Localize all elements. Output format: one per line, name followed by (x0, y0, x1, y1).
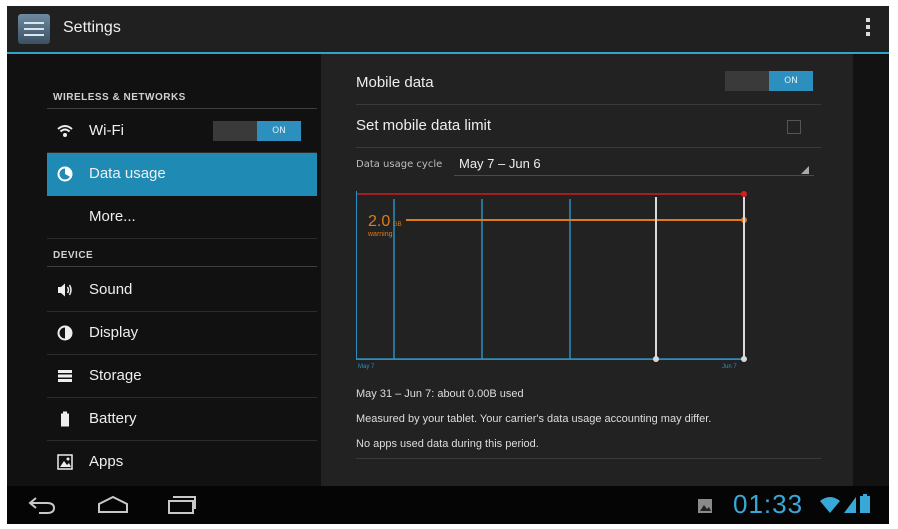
section-divider (47, 266, 317, 267)
row-divider (356, 458, 821, 459)
cycle-underline (454, 175, 814, 176)
sidebar-item-label: Wi-Fi (89, 122, 124, 139)
settings-app-icon[interactable] (18, 14, 50, 44)
toggle-on-label: ON (257, 121, 301, 141)
sidebar-item-sound[interactable]: Sound (47, 269, 317, 312)
sidebar-item-apps[interactable]: Apps (47, 441, 317, 483)
wifi-toggle[interactable]: ON (213, 121, 301, 141)
sidebar-item-label: Apps (89, 453, 124, 470)
warning-label: warning (367, 231, 393, 238)
usage-summary: May 31 – Jun 7: about 0.00B used (356, 388, 524, 400)
row-divider (356, 147, 821, 148)
panel-margin (853, 54, 889, 486)
axis-end-label: Jun 7 (722, 364, 737, 370)
cycle-label: Data usage cycle (356, 159, 443, 170)
sidebar-item-label: Storage (89, 367, 142, 384)
no-apps-text: No apps used data during this period. (356, 438, 539, 450)
section-header-wireless: WIRELESS & NETWORKS (53, 92, 186, 103)
status-clock[interactable]: 01:33 (733, 489, 803, 520)
carrier-note: Measured by your tablet. Your carrier's … (356, 413, 712, 425)
row-divider (356, 104, 821, 105)
tablet-screen: Settings WIRELESS & NETWORKS Wi-Fi ON Da… (7, 6, 889, 524)
limit-handle[interactable] (741, 191, 747, 197)
signal-icon (843, 496, 857, 518)
overflow-menu-icon[interactable] (865, 18, 871, 40)
apps-icon (57, 454, 73, 470)
sidebar-item-battery[interactable]: Battery (47, 398, 317, 441)
battery-icon (57, 411, 73, 427)
sidebar-item-more[interactable]: More... (47, 196, 317, 239)
warning-value: 2.0 (368, 213, 390, 230)
sidebar-item-label: Battery (89, 410, 137, 427)
system-nav-bar: 01:33 (7, 486, 889, 524)
sidebar-item-label: Sound (89, 281, 133, 298)
sidebar-item-storage[interactable]: Storage (47, 355, 317, 398)
dropdown-triangle-icon[interactable] (801, 166, 809, 174)
recent-apps-icon[interactable] (165, 495, 197, 519)
sidebar-item-label: Display (89, 324, 139, 341)
mobile-data-label: Mobile data (356, 74, 434, 91)
range-end-handle[interactable] (741, 356, 747, 362)
data-usage-panel: Mobile data ON Set mobile data limit Dat… (321, 54, 853, 486)
wifi-icon (57, 123, 73, 139)
warning-unit: GB (393, 222, 402, 228)
home-icon[interactable] (97, 495, 129, 519)
back-icon[interactable] (27, 495, 57, 519)
axis-start-label: May 7 (358, 364, 375, 370)
data-limit-checkbox[interactable] (787, 120, 801, 134)
sidebar-item-display[interactable]: Display (47, 312, 317, 355)
range-start-handle[interactable] (653, 356, 659, 362)
speaker-icon (57, 282, 73, 298)
sidebar-item-wifi[interactable]: Wi-Fi ON (47, 110, 317, 153)
storage-icon (57, 368, 73, 384)
action-bar: Settings (7, 6, 889, 54)
wifi-status-icon (819, 496, 841, 518)
settings-sidebar: WIRELESS & NETWORKS Wi-Fi ON Data usage … (7, 54, 321, 486)
cycle-spinner[interactable]: May 7 – Jun 6 (459, 156, 541, 171)
brightness-icon (57, 325, 73, 341)
section-divider (47, 108, 317, 109)
battery-status-icon (859, 494, 871, 518)
data-limit-label: Set mobile data limit (356, 117, 492, 134)
sidebar-item-label: More... (89, 208, 136, 225)
gallery-notification-icon[interactable] (697, 498, 713, 518)
toggle-on-label: ON (769, 71, 813, 91)
sidebar-item-label: Data usage (89, 165, 166, 182)
chart-svg: 2.0 GB warning May 7 Jun 7 (357, 191, 747, 370)
data-usage-icon (57, 166, 73, 182)
app-title: Settings (63, 19, 121, 36)
section-header-device: DEVICE (53, 250, 94, 261)
sidebar-item-data-usage[interactable]: Data usage (47, 153, 317, 196)
mobile-data-toggle[interactable]: ON (725, 71, 813, 91)
